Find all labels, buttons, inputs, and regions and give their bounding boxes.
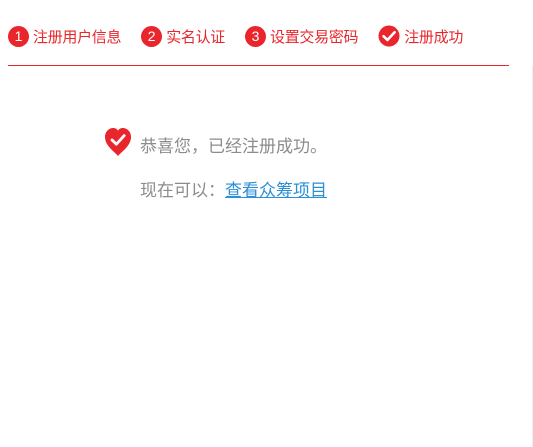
step-3-number-badge: 3: [245, 25, 267, 47]
step-1-number-badge: 1: [8, 25, 29, 47]
view-crowdfunding-projects-link[interactable]: 查看众筹项目: [225, 181, 327, 201]
step-2: 2 实名认证: [141, 25, 226, 47]
heart-check-icon: [105, 128, 131, 156]
step-4: 注册成功: [378, 25, 463, 47]
step-3-label: 设置交易密码: [270, 27, 359, 46]
step-1-label: 注册用户信息: [33, 27, 122, 46]
step-4-check-icon: [378, 25, 400, 47]
step-2-label: 实名认证: [166, 27, 226, 46]
next-action-prefix: 现在可以：: [140, 181, 225, 201]
step-2-number-badge: 2: [141, 25, 163, 47]
step-1: 1 注册用户信息: [8, 25, 122, 47]
next-action-row: 现在可以：查看众筹项目: [140, 176, 327, 201]
step-4-label: 注册成功: [404, 27, 464, 46]
steps-divider: [8, 65, 509, 66]
step-3: 3 设置交易密码: [245, 25, 359, 47]
success-message: 恭喜您，已经注册成功。: [140, 137, 327, 157]
registration-steps: 1 注册用户信息 2 实名认证 3 设置交易密码 注册成功: [8, 25, 463, 47]
